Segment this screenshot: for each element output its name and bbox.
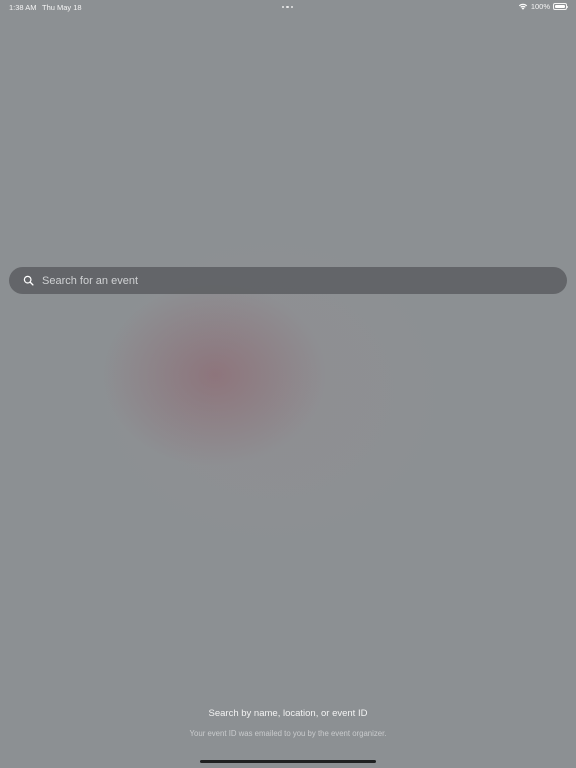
dot	[290, 6, 294, 9]
search-hint: Search by name, location, or event ID	[208, 708, 368, 719]
blurred-background	[0, 0, 576, 768]
event-id-hint: Your event ID was emailed to you by the …	[189, 729, 387, 738]
search-bar[interactable]	[9, 267, 567, 294]
search-icon	[23, 275, 34, 286]
dot	[282, 6, 285, 9]
search-input[interactable]	[42, 270, 542, 291]
home-indicator[interactable]	[200, 760, 376, 763]
battery-percentage: 100%	[530, 2, 550, 11]
status-date: Thu May 18	[42, 3, 82, 12]
wifi-icon	[518, 3, 528, 10]
status-time: 1:38 AM	[9, 3, 37, 12]
dot	[286, 6, 289, 9]
status-bar: 1:38 AM Thu May 18 100%	[0, 0, 576, 14]
multitasking-dots-icon[interactable]	[282, 6, 294, 9]
battery-icon	[553, 3, 569, 10]
status-indicators: 100%	[518, 2, 569, 11]
battery-level	[554, 5, 566, 8]
